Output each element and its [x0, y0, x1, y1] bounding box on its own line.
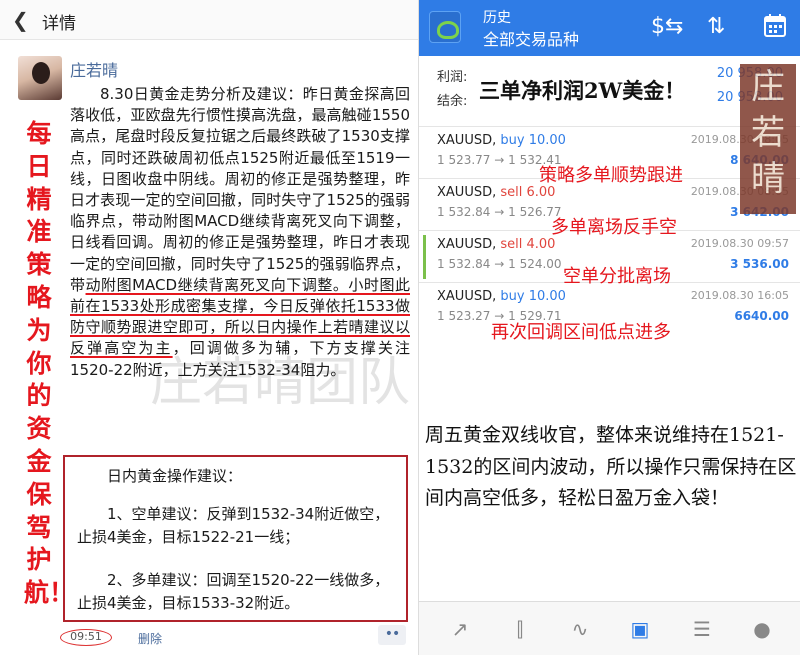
advice-title: 日内黄金操作建议： — [107, 467, 243, 485]
trade-annotation: 多单离场反手空 — [551, 217, 677, 238]
trade-annotation: 空单分批离场 — [563, 266, 671, 287]
author-name[interactable]: 庄若晴 — [70, 57, 118, 81]
analysis-text: 8.30日黄金走势分析及建议：昨日黄金探高回落收低，亚欧盘先行惯性摸高洗盘，最高… — [70, 84, 410, 381]
trade-arrow-icon[interactable]: ↗ — [447, 616, 473, 642]
trade-annotation: 再次回调区间低点进多 — [491, 322, 671, 343]
trade-symbol: XAUUSD, sell 4.00 — [437, 237, 556, 252]
back-arrow-icon[interactable]: ❮ — [12, 8, 29, 32]
avatar[interactable] — [18, 56, 62, 100]
calendar-icon[interactable] — [763, 13, 787, 47]
trade-side: buy 10.00 — [500, 133, 566, 148]
advice-long: 2、多单建议：回调至1520-22一线做多，止损4美金，目标1533-32附近。 — [77, 571, 390, 612]
history-inbox-icon[interactable]: ▣ — [627, 616, 653, 642]
post-time: 09:51 — [60, 629, 112, 646]
weekly-summary-text: 周五黄金双线收官，整体来说维持在1521-1532的区间内波动，所以操作只需保持… — [425, 424, 797, 509]
delete-link[interactable]: 删除 — [138, 630, 162, 647]
analysis-part1: 8.30日黄金走势分析及建议：昨日黄金探高回落收低，亚欧盘先行惯性摸高洗盘，最高… — [70, 85, 410, 294]
trade-side: sell 6.00 — [500, 185, 556, 200]
header-title: 历史 — [483, 10, 511, 26]
chat-bubble-icon[interactable]: ● — [749, 616, 775, 642]
trade-history-panel: 历史 全部交易品种 $⇆ ⇅ 利润: 20 958.00 结余: 20 958.… — [418, 0, 800, 655]
detail-header: ❮ 详情 — [0, 0, 418, 40]
trade-date: 2019.08.30 09:57 — [690, 237, 789, 250]
sort-icon[interactable]: ⇅ — [707, 13, 725, 41]
summary-label: 结余: — [437, 94, 468, 109]
history-header: 历史 全部交易品种 $⇆ ⇅ — [419, 0, 800, 56]
line-chart-icon[interactable]: ∿ — [567, 616, 593, 642]
selected-marker — [423, 235, 426, 279]
trade-symbol: XAUUSD, buy 10.00 — [437, 289, 566, 304]
currency-exchange-icon[interactable]: $⇆ — [651, 13, 683, 41]
header-subtitle[interactable]: 全部交易品种 — [483, 26, 579, 50]
page-title: 详情 — [42, 14, 76, 34]
advice-box: 日内黄金操作建议： 1、空单建议：反弹到1532-34附近做空，止损4美金，目标… — [63, 455, 408, 622]
news-icon[interactable]: ☰ — [689, 616, 715, 642]
profit-annotation: 三单净利润2W美金！ — [479, 78, 686, 103]
more-options-button[interactable]: •• — [378, 625, 406, 645]
trade-symbol: XAUUSD, sell 6.00 — [437, 185, 556, 200]
trade-prices: 1 532.84 → 1 526.77 — [437, 205, 562, 219]
summary-label: 利润: — [437, 70, 468, 85]
app-logo-icon[interactable] — [429, 11, 461, 43]
trade-annotation: 策略多单顺势跟进 — [539, 165, 683, 186]
vertical-slogan: 每日精准策略为你的资金保驾护航！ — [24, 119, 75, 608]
trade-date: 2019.08.30 16:05 — [690, 289, 789, 302]
trade-profit: 6640.00 — [734, 309, 789, 323]
trade-symbol: XAUUSD, buy 10.00 — [437, 133, 566, 148]
bottom-navigation: ↗ ⫿ ∿ ▣ ☰ ● — [419, 601, 800, 655]
chat-detail-panel: ❮ 详情 庄若晴 每日精准策略为你的资金保驾护航！ 8.30日黄金走势分析及建议… — [0, 0, 418, 655]
trade-side: buy 10.00 — [500, 289, 566, 304]
advice-short: 1、空单建议：反弹到1532-34附近做空，止损4美金，目标1522-21一线； — [77, 505, 390, 546]
trade-side: sell 4.00 — [500, 237, 556, 252]
trade-prices: 1 532.84 → 1 524.00 — [437, 257, 562, 271]
trade-profit: 3 536.00 — [730, 257, 789, 271]
candlestick-chart-icon[interactable]: ⫿ — [507, 616, 533, 642]
author-seal-image: 庄若晴 — [740, 64, 796, 214]
